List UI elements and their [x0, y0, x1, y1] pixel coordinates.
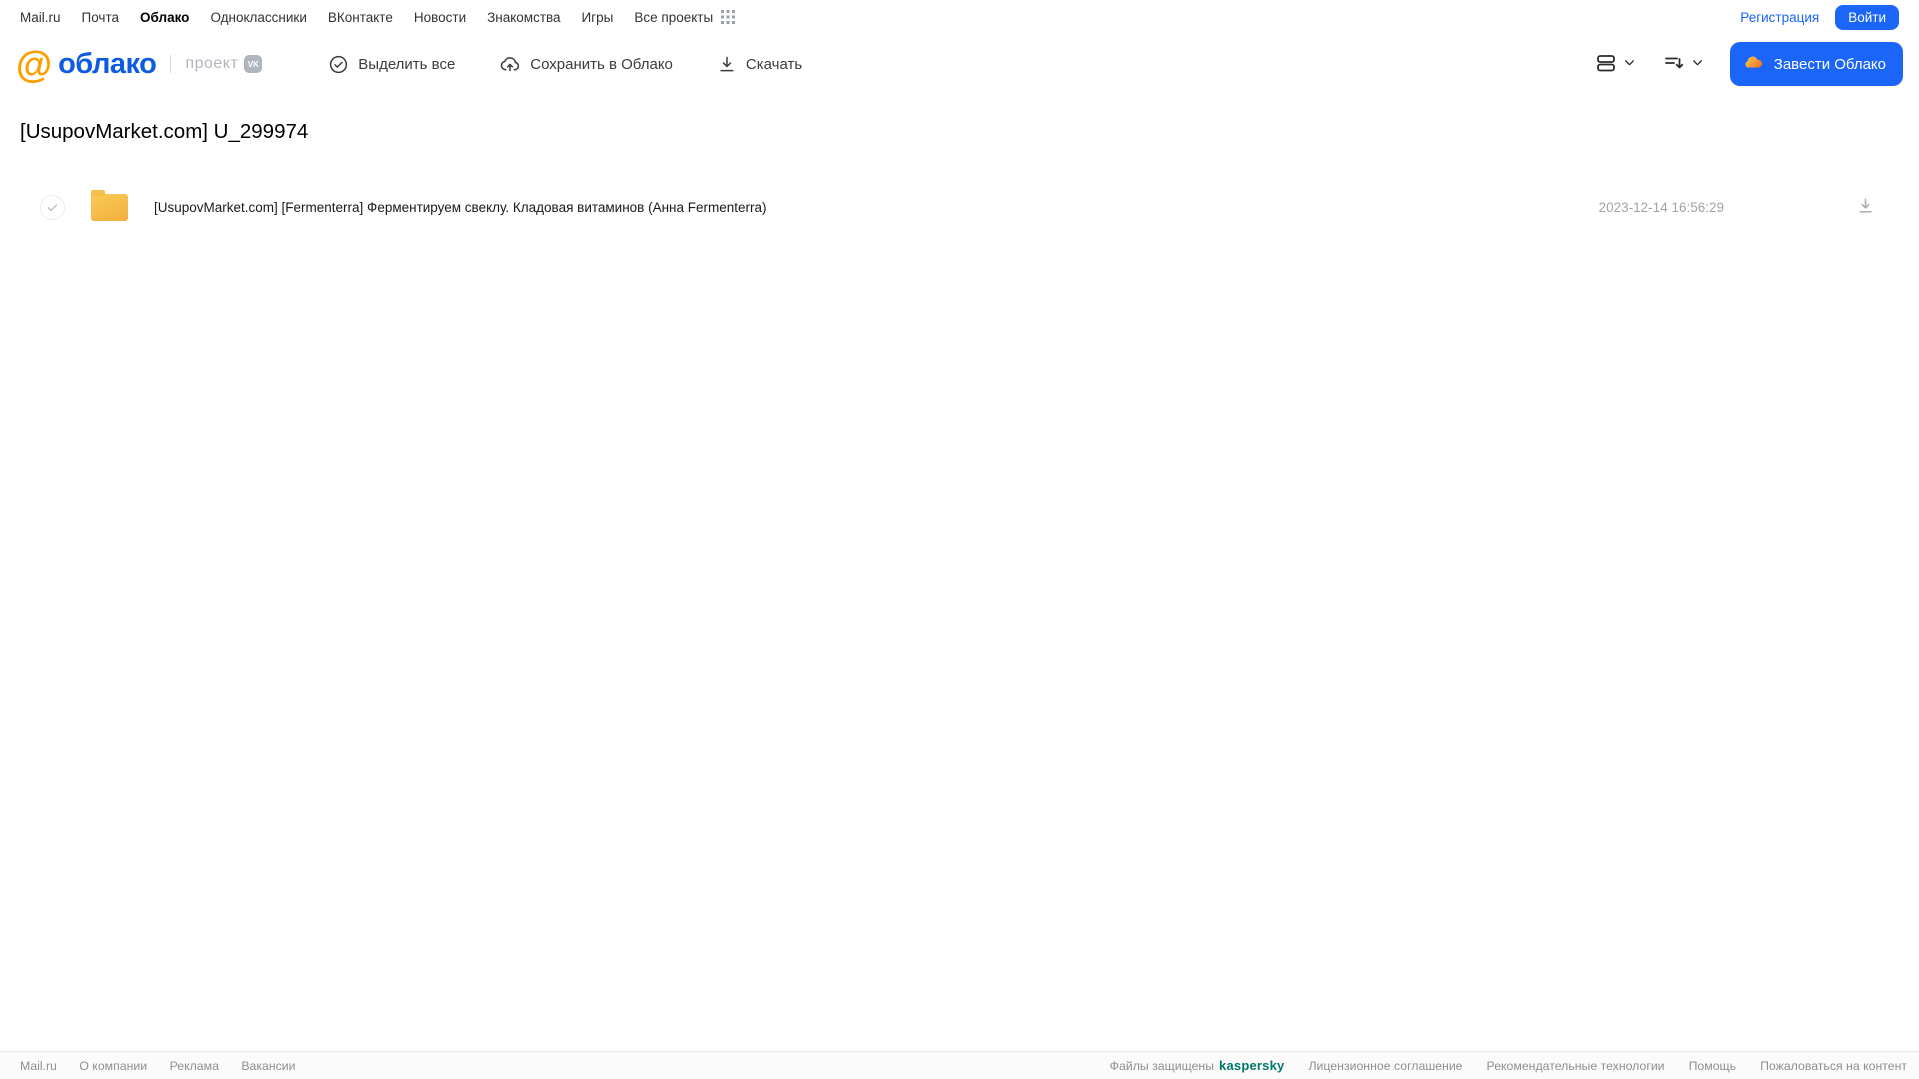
cloud-header: @ облако проект VK Выделить все Сохранит… — [0, 34, 1919, 94]
footer-left-links: Mail.ru О компании Реклама Вакансии — [20, 1059, 315, 1073]
header-right-controls: Завести Облако — [1594, 42, 1903, 86]
footer-link-jobs[interactable]: Вакансии — [241, 1059, 295, 1073]
check-circle-icon — [328, 54, 349, 75]
footer-link-help[interactable]: Помощь — [1689, 1059, 1737, 1073]
download-icon — [1856, 196, 1875, 218]
vk-project-tag: проект VK — [170, 55, 263, 73]
cloud-logo-text: облако — [58, 47, 157, 80]
footer-link-report[interactable]: Пожаловаться на контент — [1760, 1059, 1907, 1073]
select-all-button[interactable]: Выделить все — [328, 54, 455, 75]
page-title: [UsupovMarket.com] U_299974 — [20, 120, 309, 143]
vk-logo-icon: VK — [244, 55, 263, 73]
row-download-button[interactable] — [1856, 196, 1875, 218]
download-label: Скачать — [745, 55, 803, 73]
file-date: 2023-12-14 16:56:29 — [1598, 199, 1724, 215]
select-all-label: Выделить все — [358, 55, 456, 73]
row-checkbox[interactable] — [40, 194, 65, 220]
portal-link-dating[interactable]: Знакомства — [487, 10, 560, 25]
login-button[interactable]: Войти — [1835, 4, 1899, 30]
footer-link-mailru[interactable]: Mail.ru — [20, 1059, 57, 1073]
portal-link-mailru[interactable]: Mail.ru — [20, 10, 61, 25]
chevron-down-icon — [1691, 56, 1704, 72]
apps-grid-icon[interactable] — [721, 10, 736, 24]
chevron-down-icon — [1623, 56, 1636, 72]
registration-link[interactable]: Регистрация — [1740, 10, 1819, 25]
file-row[interactable]: [UsupovMarket.com] [Fermenterra] Фермент… — [20, 186, 1899, 228]
orange-cloud-icon — [1743, 51, 1765, 77]
cloud-upload-icon — [499, 53, 521, 75]
file-name[interactable]: [UsupovMarket.com] [Fermenterra] Фермент… — [154, 200, 767, 215]
mailru-at-icon: @ — [16, 43, 53, 85]
file-toolbar: Выделить все Сохранить в Облако Скачать — [328, 53, 846, 75]
portal-link-games[interactable]: Игры — [582, 10, 614, 25]
footer-right-links: Файлы защищены kaspersky Лицензионное со… — [1110, 1058, 1907, 1073]
kaspersky-logo[interactable]: kaspersky — [1219, 1058, 1284, 1073]
list-view-icon — [1594, 51, 1618, 78]
download-button[interactable]: Скачать — [717, 54, 802, 74]
portal-link-news[interactable]: Новости — [414, 10, 466, 25]
view-mode-selector[interactable] — [1594, 51, 1636, 78]
portal-nav: Mail.ru Почта Облако Одноклассники ВКонт… — [0, 0, 1919, 34]
sort-descending-icon — [1662, 51, 1686, 78]
get-cloud-button[interactable]: Завести Облако — [1729, 42, 1903, 86]
folder-icon — [91, 189, 128, 221]
portal-link-all-projects[interactable]: Все проекты — [634, 10, 713, 25]
project-label: проект — [185, 55, 239, 72]
portal-link-cloud[interactable]: Облако — [140, 10, 189, 25]
portal-link-vkontakte[interactable]: ВКонтакте — [328, 10, 393, 25]
footer-link-about[interactable]: О компании — [79, 1059, 147, 1073]
download-icon — [717, 54, 737, 74]
footer-link-license[interactable]: Лицензионное соглашение — [1308, 1059, 1462, 1073]
cloud-logo[interactable]: @ облако проект VK — [16, 43, 263, 85]
portal-link-mail[interactable]: Почта — [82, 10, 120, 25]
portal-link-odnoklassniki[interactable]: Одноклассники — [210, 10, 306, 25]
sort-selector[interactable] — [1662, 51, 1704, 78]
save-to-cloud-button[interactable]: Сохранить в Облако — [499, 53, 673, 75]
save-to-cloud-label: Сохранить в Облако — [530, 55, 673, 73]
main-content: [UsupovMarket.com] U_299974 [UsupovMarke… — [0, 120, 1919, 228]
page-footer: Mail.ru О компании Реклама Вакансии Файл… — [0, 1051, 1919, 1079]
get-cloud-label: Завести Облако — [1773, 55, 1886, 73]
footer-link-ads[interactable]: Реклама — [170, 1059, 219, 1073]
footer-link-recommendations[interactable]: Рекомендательные технологии — [1487, 1059, 1665, 1073]
kaspersky-protection: Файлы защищены kaspersky — [1110, 1058, 1285, 1073]
file-list: [UsupovMarket.com] [Fermenterra] Фермент… — [20, 186, 1899, 228]
protected-label: Файлы защищены — [1109, 1058, 1215, 1073]
